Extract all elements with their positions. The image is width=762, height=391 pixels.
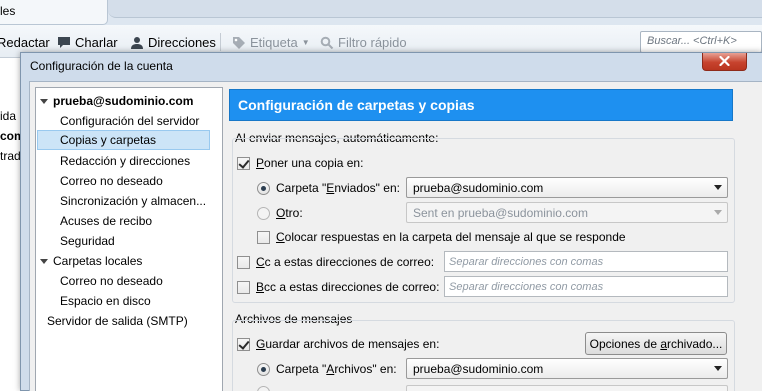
addresses-label: Direcciones <box>148 34 216 50</box>
tree-local-folders-label: Carpetas locales <box>53 254 143 268</box>
radio-dot[interactable] <box>257 181 270 195</box>
checkbox-label: Poner una copia en: <box>256 156 364 170</box>
toolbar-separator <box>220 33 221 51</box>
radio-label: Carpeta "Enviados" en: <box>276 181 400 195</box>
radio-label: Carpeta "Archivos" en: <box>276 362 397 376</box>
tag-icon <box>232 36 246 49</box>
archives-other-radio[interactable] <box>257 386 276 391</box>
dialog-body: prueba@sudominio.com Configuración del s… <box>29 81 762 391</box>
replies-in-folder-checkbox[interactable]: Colocar respuestas en la carpeta del men… <box>257 230 626 244</box>
checkbox-label: Bcc a estas direcciones de correo: <box>256 280 440 294</box>
account-settings-dialog: Configuración de la cuenta prueba@sudomi… <box>20 52 762 391</box>
bcc-address-input[interactable]: Separar direcciones con comas <box>444 276 728 297</box>
quick-filter-button[interactable]: Filtro rápido <box>320 33 407 51</box>
background-tab-label: les <box>0 4 16 18</box>
tree-item-label: Espacio en disco <box>60 294 151 308</box>
close-icon <box>719 55 730 69</box>
folder-fragment[interactable]: ida <box>0 109 16 123</box>
background-folder-pane: ida com trada <box>0 58 27 391</box>
select-value: prueba@sudominio.com <box>413 362 544 376</box>
button-label: Opciones de archivado... <box>589 336 723 351</box>
checkbox-label: Guardar archivos de mensajes en: <box>256 337 440 351</box>
tree-item-label: Configuración del servidor <box>60 114 200 128</box>
tree-item-security[interactable]: Seguridad <box>60 231 115 251</box>
account-tree: prueba@sudominio.com Configuración del s… <box>35 87 223 391</box>
cc-address-input[interactable]: Separar direcciones con comas <box>444 251 728 272</box>
radio-dot[interactable] <box>257 362 270 376</box>
tree-item-receipts[interactable]: Acuses de recibo <box>60 211 152 231</box>
select-value: Sent en prueba@sudominio.com <box>413 206 588 220</box>
close-button[interactable] <box>702 53 747 71</box>
checkbox-box[interactable] <box>237 156 250 170</box>
contact-icon <box>130 36 144 49</box>
addresses-button[interactable]: Direcciones <box>130 33 216 51</box>
tree-item-label: Seguridad <box>60 234 115 248</box>
tree-item-label: Sincronización y almacen... <box>60 194 207 208</box>
cc-checkbox[interactable]: Cc a estas direcciones de correo: <box>237 255 434 269</box>
tree-item-label: Redacción y direcciones <box>60 154 191 168</box>
tree-item-label: Acuses de recibo <box>60 214 153 228</box>
chat-bubble-icon <box>57 36 71 49</box>
select-value: prueba@sudominio.com <box>413 181 544 195</box>
sent-account-select[interactable]: prueba@sudominio.com <box>406 177 728 198</box>
tree-item-label: Copias y carpetas <box>60 133 157 147</box>
checkbox-label: Cc a estas direcciones de correo: <box>256 255 435 269</box>
archives-account-select[interactable]: prueba@sudominio.com <box>406 358 728 379</box>
quick-filter-label: Filtro rápido <box>338 34 407 50</box>
tag-label: Etiqueta <box>250 34 298 50</box>
tree-local-folders[interactable]: Carpetas locales <box>40 251 142 271</box>
tree-item-local-junk[interactable]: Correo no deseado <box>60 271 163 291</box>
radio-dot[interactable] <box>257 386 270 391</box>
keep-archives-checkbox[interactable]: Guardar archivos de mensajes en: <box>237 337 439 351</box>
background-tab[interactable]: les <box>0 0 108 25</box>
tree-item-disk-space[interactable]: Espacio en disco <box>60 291 151 311</box>
filter-search-icon <box>320 36 334 49</box>
settings-panel: Configuración de carpetas y copias Al en… <box>229 87 762 391</box>
tree-account[interactable]: prueba@sudominio.com <box>40 91 193 111</box>
chevron-down-icon <box>714 185 722 190</box>
tree-item-junk[interactable]: Correo no deseado <box>60 171 163 191</box>
chat-button[interactable]: Charlar <box>57 33 118 51</box>
search-input[interactable]: Buscar... <Ctrl+K> <box>640 31 762 53</box>
tree-account-label: prueba@sudominio.com <box>53 94 194 108</box>
tree-item-label: Servidor de salida (SMTP) <box>47 314 188 328</box>
chevron-down-icon <box>714 210 722 215</box>
checkbox-box[interactable] <box>257 230 270 244</box>
expand-twisty-icon[interactable] <box>40 258 48 264</box>
checkbox-box[interactable] <box>237 255 250 269</box>
sent-folder-radio[interactable]: Carpeta "Enviados" en: <box>257 181 400 195</box>
archives-groupbox <box>232 320 735 391</box>
tag-button[interactable]: Etiqueta ▼ <box>232 33 310 51</box>
bcc-checkbox[interactable]: Bcc a estas direcciones de correo: <box>237 280 439 294</box>
other-folder-select[interactable]: Sent en prueba@sudominio.com <box>406 202 728 223</box>
radio-label: Otro: <box>276 206 303 220</box>
tree-item-label: Correo no deseado <box>60 174 163 188</box>
background-tab-strip <box>108 0 762 18</box>
checkbox-label: Colocar respuestas en la carpeta del men… <box>276 230 626 244</box>
page-title: Configuración de carpetas y copias <box>229 89 733 121</box>
dialog-title: Configuración de la cuenta <box>30 59 173 73</box>
place-copy-checkbox[interactable]: Poner una copia en: <box>237 156 363 170</box>
other-folder-radio[interactable]: Otro: <box>257 206 303 220</box>
archives-other-select[interactable] <box>406 385 728 391</box>
archive-options-button[interactable]: Opciones de archivado... <box>585 332 727 355</box>
chat-label: Charlar <box>75 34 118 50</box>
radio-dot[interactable] <box>257 206 270 220</box>
tree-item-copies-folders[interactable]: Copias y carpetas <box>37 130 210 150</box>
tree-item-sync[interactable]: Sincronización y almacen... <box>60 191 206 211</box>
chevron-down-icon: ▼ <box>301 37 310 47</box>
archives-folder-radio[interactable]: Carpeta "Archivos" en: <box>257 362 397 376</box>
checkbox-box[interactable] <box>237 337 250 351</box>
chevron-down-icon <box>714 366 722 371</box>
background-tabbar: les <box>0 0 762 25</box>
tree-item-label: Correo no deseado <box>60 274 163 288</box>
tree-item-smtp[interactable]: Servidor de salida (SMTP) <box>47 311 188 331</box>
tree-item-server-settings[interactable]: Configuración del servidor <box>60 111 199 131</box>
tree-item-composition[interactable]: Redacción y direcciones <box>60 151 190 171</box>
write-label: Redactar <box>0 34 50 50</box>
checkbox-box[interactable] <box>237 280 250 294</box>
expand-twisty-icon[interactable] <box>40 98 48 104</box>
write-button[interactable]: Redactar <box>0 33 50 51</box>
